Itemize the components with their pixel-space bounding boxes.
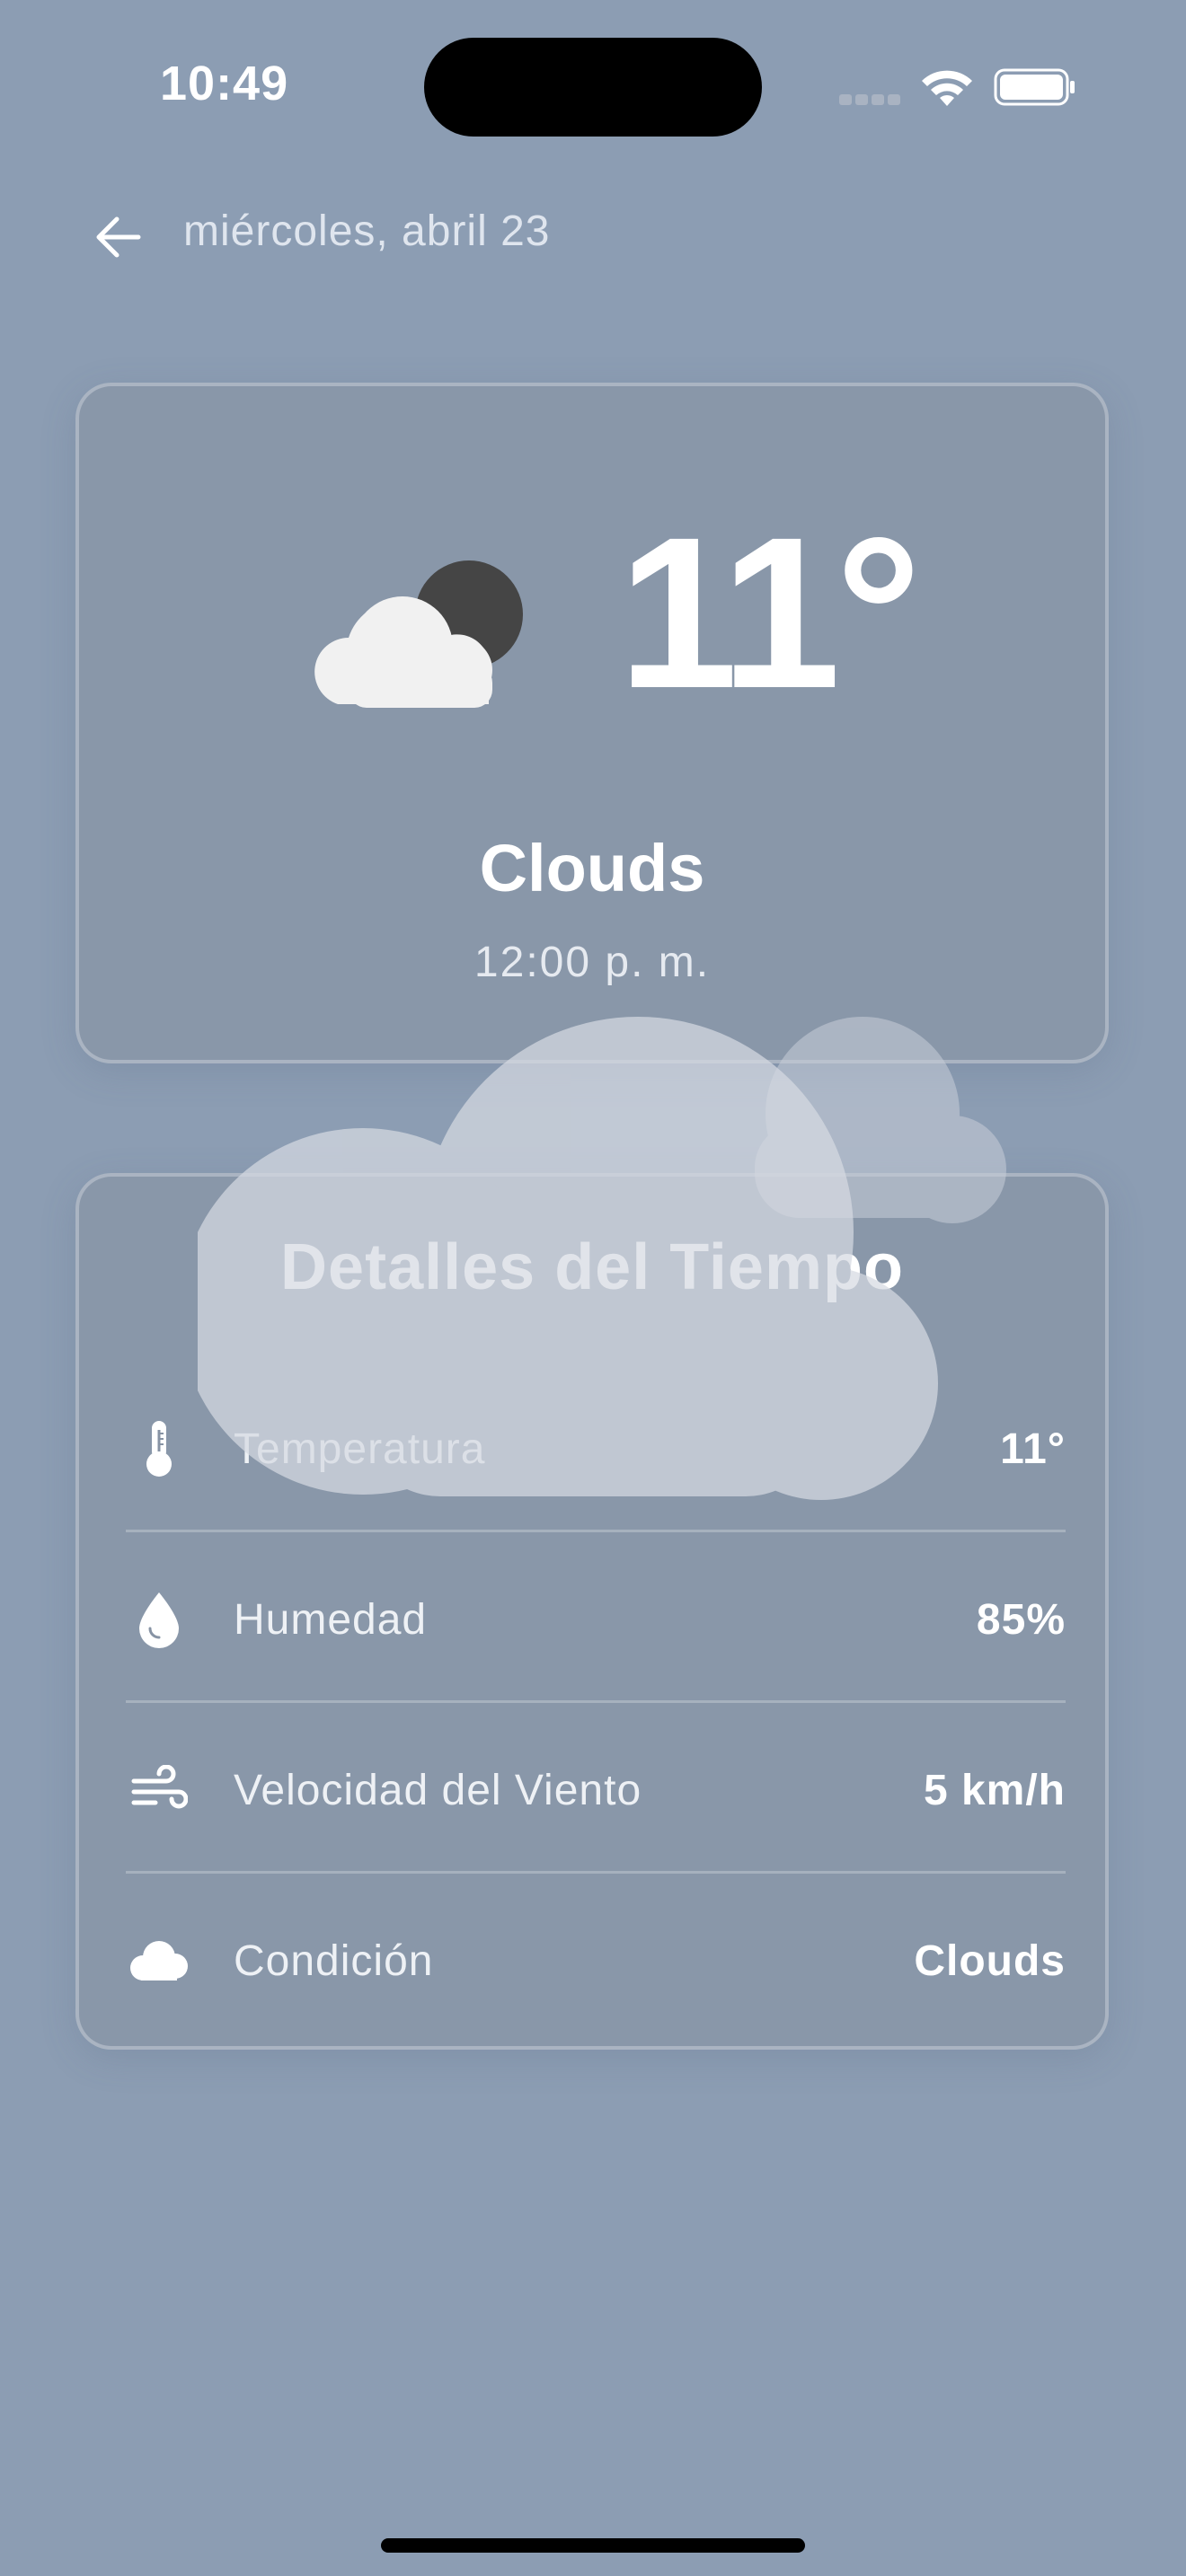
header: miércoles, abril 23	[0, 189, 1186, 278]
detail-value: 11°	[1000, 1425, 1066, 1473]
wind-icon	[126, 1757, 192, 1823]
details-card: Detalles del Tiempo Temperatura 11° Hume…	[75, 1173, 1109, 2050]
back-button[interactable]	[86, 205, 151, 269]
detail-value: 5 km/h	[923, 1767, 1066, 1814]
detail-label: Condición	[234, 1937, 434, 1985]
header-date: miércoles, abril 23	[183, 207, 551, 255]
detail-row-humidity: Humedad 85%	[126, 1532, 1066, 1703]
detail-label: Temperatura	[234, 1425, 486, 1473]
current-weather-card: 11° Clouds 12:00 p. m.	[75, 383, 1109, 1063]
signal-icon	[839, 93, 904, 110]
details-title: Detalles del Tiempo	[280, 1231, 904, 1303]
thermometer-icon	[126, 1416, 192, 1482]
droplet-icon	[126, 1586, 192, 1653]
cloud-moon-icon	[314, 560, 523, 708]
battery-icon	[994, 68, 1075, 106]
dynamic-island	[424, 38, 762, 137]
status-bar: 10:49	[0, 0, 1186, 171]
status-time: 10:49	[160, 57, 289, 110]
current-condition: Clouds	[479, 831, 705, 905]
home-indicator	[381, 2538, 805, 2553]
wifi-icon	[922, 70, 972, 106]
detail-label: Humedad	[234, 1596, 428, 1644]
arrow-left-icon	[96, 216, 141, 258]
current-time: 12:00 p. m.	[474, 939, 711, 986]
detail-row-wind: Velocidad del Viento 5 km/h	[126, 1703, 1066, 1874]
detail-row-temperature: Temperatura 11°	[126, 1362, 1066, 1532]
detail-row-condition: Condición Clouds	[126, 1874, 1066, 2044]
cloud-icon	[126, 1928, 192, 1994]
detail-label: Velocidad del Viento	[234, 1767, 642, 1814]
detail-value: 85%	[976, 1596, 1066, 1644]
current-temperature: 11°	[618, 492, 922, 733]
detail-value: Clouds	[914, 1937, 1066, 1985]
